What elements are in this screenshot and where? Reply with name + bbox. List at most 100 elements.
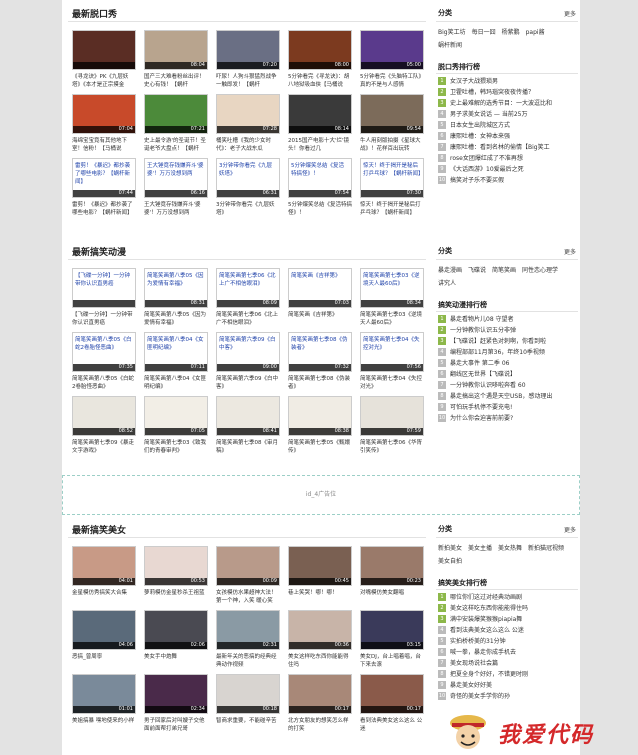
video-thumbnail[interactable]: 04:06 xyxy=(72,610,136,650)
video-thumbnail[interactable]: 简笔笑画《吉祥第》 07:03 xyxy=(288,268,352,308)
video-card[interactable]: 3分钟带你看完《九层妖塔》 06:31 3分钟带你看完《九层妖塔》 xyxy=(216,158,280,218)
video-thumbnail[interactable]: 00:45 xyxy=(288,546,352,586)
video-caption[interactable]: 美女DJ，台上唱着唱，台下来去滚 xyxy=(360,653,424,670)
video-caption[interactable]: 惊天！终于揭开是秘后打乒乓球？【蜗杆新闻】 xyxy=(360,201,424,218)
rank-item-label[interactable]: 卫霍吐槽，韩玛瑙突夜夜传播？ xyxy=(450,89,534,96)
video-caption[interactable]: 萝莉模仿金星秒杀王祖蓝 xyxy=(144,589,208,606)
more-link[interactable]: 更多 xyxy=(564,525,576,534)
video-caption[interactable]: 3分钟带你看完《九层妖塔》 xyxy=(216,201,280,218)
rank-item-label[interactable]: 女汉子大战猥琐男 xyxy=(450,78,498,85)
rank-item-label[interactable]: 哪位你们这过对经典动画剧 xyxy=(450,594,522,601)
video-caption[interactable]: 雷剪！《暴迟》都抄袭了哪些电影？【蜗杆新闻】 xyxy=(72,201,136,218)
video-caption[interactable]: 简笔笑画《吉祥第》 xyxy=(288,311,352,328)
category-tag[interactable]: 飞碟说 xyxy=(468,265,486,277)
video-caption[interactable]: 2015国产电影十大'烂'镜头！你看过几 xyxy=(288,137,352,154)
video-caption[interactable]: 桶笑吐槽《我的少女时代》：老子大战东瓜 xyxy=(216,137,280,154)
thumbnail-title[interactable]: 简笔笑画第七季03《逆境天人最60后》 xyxy=(363,272,421,288)
thumbnail-title[interactable]: 5分钟爆笑总结《复活特搞怪》！ xyxy=(291,162,349,178)
rank-item-label[interactable]: 搞笑对子乐不要买假 xyxy=(450,177,504,184)
video-card[interactable]: 王大锤竟存钱嫌弃斗'婆婆'！万万没想到两 06:16 王大锤竟存钱嫌弃斗'婆婆'！万… xyxy=(144,158,208,218)
video-thumbnail[interactable]: 07:04 xyxy=(72,94,136,134)
rank-item[interactable]: 2 美女这样吃东西你能能得住吗 xyxy=(438,603,578,614)
video-caption[interactable]: 简笔笑画第七季03《逆境天人最60后》 xyxy=(360,311,424,328)
rank-item[interactable]: 6 康熙吐槽：女神本来强 xyxy=(438,131,578,142)
video-card[interactable]: 08:38 简笔笑画第七季05《甄嬛传》 xyxy=(288,396,352,456)
rank-item-label[interactable]: 实拍桥桥美的31分钟 xyxy=(450,638,506,645)
rank-item-label[interactable]: 可怕玩手机停不要充电! xyxy=(450,404,512,411)
video-caption[interactable]: 海绵宝宝竟有其他地下室！信粉！【马桶说 xyxy=(72,137,136,154)
video-caption[interactable]: 5分钟看完《头脑特工队》真的不是与人感情 xyxy=(360,73,424,90)
more-link[interactable]: 更多 xyxy=(564,247,576,256)
thumbnail-title[interactable]: 简笔笑画第八季05《因为爱情有幸福》 xyxy=(147,272,205,288)
thumbnail-title[interactable]: 简笔笑画第七季06《北上广不相信眼泪》 xyxy=(219,272,277,288)
thumbnail-title[interactable]: 简笔笑画第七季08《伪装者》 xyxy=(291,336,349,352)
rank-item[interactable]: 4 男子求美女说话 — 当前25万 xyxy=(438,109,578,120)
category-tag[interactable]: 美女热舞 xyxy=(498,543,522,555)
video-card[interactable]: 简笔笑画第七季03《逆境天人最60后》 08:34 简笔笑画第七季03《逆境天人最6… xyxy=(360,268,424,328)
video-caption[interactable]: 简笔笑画第七季06《北上广不相信眼泪》 xyxy=(216,311,280,328)
rank-item[interactable]: 8 把夏全身个好好，不错更时刚 xyxy=(438,669,578,680)
video-thumbnail[interactable]: 04:01 xyxy=(72,546,136,586)
video-thumbnail[interactable]: 简笔笑画第六季09《白中客》 09:00 xyxy=(216,332,280,372)
rank-item-label[interactable]: 翻线区无世界【飞碟说】 xyxy=(450,371,516,378)
video-caption[interactable]: 男子回家后对叫嫂子交他面前面帮打弟兄哥 xyxy=(144,717,208,734)
rank-item[interactable]: 7 一分钟教你认识哆啦奔看 60 xyxy=(438,380,578,391)
video-thumbnail[interactable]: 【飞碟一分钟】一分钟带你认识直男癌 xyxy=(72,268,136,308)
rank-item[interactable]: 7 美女现场说社会篇 xyxy=(438,658,578,669)
rank-item-label[interactable]: 编程部部11月第36，年终10季视频 xyxy=(450,349,545,356)
video-thumbnail[interactable]: 07:05 xyxy=(144,396,208,436)
thumbnail-title[interactable]: 简笔笑画第八季04《女匪明纪编》 xyxy=(147,336,205,352)
rank-item-label[interactable]: 奇怪的美女手学你的孙 xyxy=(450,693,510,700)
video-thumbnail[interactable]: 02:06 xyxy=(144,610,208,650)
video-card[interactable]: 雷剪！《暴迟》都抄袭了哪些电影？【蜗杆新闻】 07:44 雷剪！《暴迟》都抄袭了哪些… xyxy=(72,158,136,218)
rank-item-label[interactable]: 为什么你会迫害前前要? xyxy=(450,415,513,422)
video-card[interactable]: 【飞碟一分钟】一分钟带你认识直男癌 【飞碟一分钟】一分钟带你认识直男癌 xyxy=(72,268,136,328)
video-thumbnail[interactable]: 简笔笑画第八季05《因为爱情有幸福》 08:31 xyxy=(144,268,208,308)
video-card[interactable]: 01:01 美姐搞暴 嘿地使来的小样 xyxy=(72,674,136,734)
video-caption[interactable]: 5分钟爆笑总结《复活特搞怪》！ xyxy=(288,201,352,218)
rank-item-label[interactable]: 美女这样吃东西你能能得住吗 xyxy=(450,605,528,612)
video-thumbnail[interactable]: 09:54 xyxy=(360,94,424,134)
category-tag[interactable]: 每日一囧 xyxy=(472,27,496,39)
rank-item[interactable]: 3 满中安装爆笑猴猴piapia舞 xyxy=(438,614,578,625)
video-thumbnail[interactable]: 3分钟带你看完《九层妖塔》 06:31 xyxy=(216,158,280,198)
video-card[interactable]: 00:45 巷上笑哭！哪！哪！ xyxy=(288,546,352,606)
video-caption[interactable]: 对嘴模仿美女翻唱 xyxy=(360,589,424,606)
video-card[interactable]: 惊天！终于揭开是秘后打乒乓球？【蜗杆新闻】 07:30 惊天！终于揭开是秘后打乒乓球… xyxy=(360,158,424,218)
video-card[interactable]: 07:04 海绵宝宝竟有其他地下室！信粉！【马桶说 xyxy=(72,94,136,154)
video-card[interactable]: 《寻龙诀》PK《九层妖塔》《本才是正宗摸金 xyxy=(72,30,136,90)
video-thumbnail[interactable]: 简笔笑画第七季04《失控对光》 07:56 xyxy=(360,332,424,372)
video-card[interactable]: 00:09 女孩模仿水果超神大法！第一个神，入笑 暖心笑 xyxy=(216,546,280,606)
video-thumbnail[interactable]: 01:01 xyxy=(72,674,136,714)
category-tag[interactable]: 暴走漫画 xyxy=(438,265,462,277)
video-caption[interactable]: 简笔笑画第七季05《甄嬛传》 xyxy=(288,439,352,456)
video-card[interactable]: 简笔笑画第八季05《白蛇2卷胎怪恶曲》 07:35 简笔笑画第八季05《白蛇2卷胎怪… xyxy=(72,332,136,392)
rank-item[interactable]: 3 【飞碟说】赶紧色对刺啊，你看到啦 xyxy=(438,336,578,347)
category-tag[interactable]: 美女主播 xyxy=(468,543,492,555)
rank-item-label[interactable]: 暴走搞出这个遇是天空USB，感动理出 xyxy=(450,393,552,400)
video-caption[interactable]: 巷上笑哭！哪！哪！ xyxy=(288,589,352,606)
rank-item[interactable]: 2 一分钟教你认识五分非弹 xyxy=(438,325,578,336)
thumbnail-title[interactable]: 惊天！终于揭开是秘后打乒乓球？【蜗杆新闻】 xyxy=(363,162,423,178)
category-tag[interactable]: Big笑工坊 xyxy=(438,27,466,39)
video-card[interactable]: 09:54 牛人用刻版拍摄《星球大战》！花样百出玩转 xyxy=(360,94,424,154)
video-caption[interactable]: 史上最令游'的圣诞节！圣诞老爷大盘点！【蜗杆 xyxy=(144,137,208,154)
video-thumbnail[interactable]: 08:04 xyxy=(144,30,208,70)
rank-item-label[interactable]: 看到法典美女这么这么 公迷 xyxy=(450,627,524,634)
video-caption[interactable]: 简笔笑画第七季04《失控对光》 xyxy=(360,375,424,392)
video-card[interactable]: 07:21 史上最令游'的圣诞节！圣诞老爷大盘点！【蜗杆 xyxy=(144,94,208,154)
ad-placeholder[interactable]: id_4广告位 xyxy=(62,475,580,515)
rank-item-label[interactable]: 暴走大事件 第二季 06 xyxy=(450,360,509,367)
video-thumbnail[interactable]: 简笔笑画第八季04《女匪明纪编》 07:11 xyxy=(144,332,208,372)
video-card[interactable]: 02:06 美女手中炮舞 xyxy=(144,610,208,670)
video-caption[interactable]: 智商求重要，不能碰辛苦 xyxy=(216,717,280,734)
video-card[interactable]: 5分钟爆笑总结《复活特搞怪》！ 07:54 5分钟爆笑总结《复活特搞怪》！ xyxy=(288,158,352,218)
video-caption[interactable]: 简笔笑画第七季03《致我们的青春审判》 xyxy=(144,439,208,456)
video-card[interactable]: 00:53 萝莉模仿金星秒杀王祖蓝 xyxy=(144,546,208,606)
category-tag[interactable]: 新拍美女 xyxy=(438,543,462,555)
video-card[interactable]: 00:18 智商求重要，不能碰辛苦 xyxy=(216,674,280,734)
rank-item-label[interactable]: 康熙吐槽：看到名林的偷情【Big笑工 xyxy=(450,144,550,151)
video-caption[interactable]: 简笔笑画第七季09《暴走文字游戏》 xyxy=(72,439,136,456)
thumbnail-title[interactable]: 3分钟带你看完《九层妖塔》 xyxy=(219,162,277,178)
video-caption[interactable]: 看到法典美女这么这么 公迷 xyxy=(360,717,424,734)
